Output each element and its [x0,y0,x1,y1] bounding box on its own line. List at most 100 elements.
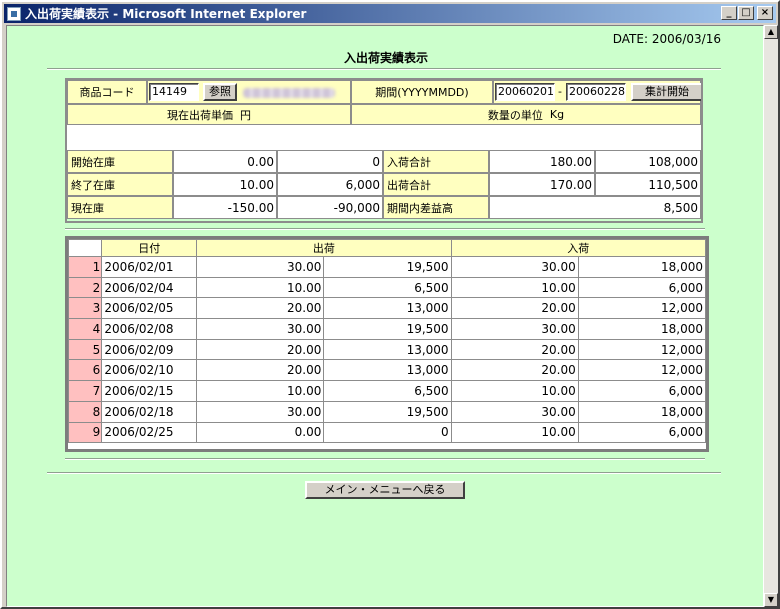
row-ship-qty: 30.00 [196,318,325,340]
row-ship-amount: 6,500 [323,276,452,299]
table-row: 8 2006/02/18 30.00 19,500 30.00 18,000 [67,400,707,423]
ending-stock-label: 終了在庫 [67,173,173,196]
divider [47,68,721,70]
row-ship-qty: 30.00 [196,256,325,278]
product-code-input[interactable]: 14149 [149,83,199,101]
row-recv-qty: 30.00 [450,400,579,423]
divider [47,472,721,474]
row-date: 2006/02/05 [101,297,198,320]
current-stock-qty: -150.00 [173,196,277,219]
row-recv-amount: 6,000 [577,380,707,402]
row-date: 2006/02/09 [101,338,198,361]
row-date: 2006/02/18 [101,400,198,423]
row-ship-qty: 0.00 [196,421,325,444]
ie-app-icon [7,6,21,21]
row-recv-amount: 6,000 [577,276,707,299]
row-ship-qty: 20.00 [196,359,325,382]
browse-button[interactable]: 参照 [203,83,237,101]
row-ship-amount: 6,500 [323,380,452,402]
row-recv-qty: 20.00 [450,297,579,320]
unit-price-label: 現在出荷単価 [167,108,233,122]
row-date: 2006/02/10 [101,359,198,382]
row-index: 7 [67,380,103,402]
main-menu-button[interactable]: メイン・メニューへ戻る [305,481,465,499]
minimize-icon[interactable]: _ [721,6,737,20]
divider [65,228,705,230]
row-index: 4 [67,318,103,340]
unit-price-cell: 現在出荷単価 円 [67,104,351,125]
row-ship-amount: 13,000 [323,338,452,361]
scroll-down-icon[interactable]: ▼ [764,593,778,607]
maximize-icon[interactable]: □ [738,6,754,20]
table-row: 1 2006/02/01 30.00 19,500 30.00 18,000 [67,256,707,278]
row-recv-qty: 30.00 [450,256,579,278]
period-from-input[interactable]: 20060201 [495,83,555,101]
opening-stock-qty: 0.00 [173,150,277,173]
row-recv-amount: 12,000 [577,359,707,382]
row-recv-qty: 30.00 [450,318,579,340]
row-ship-amount: 13,000 [323,359,452,382]
quantity-unit-label: 数量の単位 [487,108,543,122]
unit-price-unit: 円 [240,108,251,122]
row-ship-qty: 20.00 [196,297,325,320]
vertical-scrollbar[interactable]: ▲ ▼ [764,25,778,607]
title-bar: 入出荷実績表示 - Microsoft Internet Explorer _ … [4,4,776,23]
window-title: 入出荷実績表示 - Microsoft Internet Explorer [25,7,307,21]
row-index: 1 [67,256,103,278]
ending-stock-qty: 10.00 [173,173,277,196]
row-ship-qty: 20.00 [196,338,325,361]
start-aggregation-button[interactable]: 集計開始 [631,83,703,101]
table-row: 3 2006/02/05 20.00 13,000 20.00 12,000 [67,297,707,320]
profit-label: 期間内差益高 [383,196,489,219]
table-row: 7 2006/02/15 10.00 6,500 10.00 6,000 [67,380,707,402]
ending-stock-amount: 6,000 [277,173,383,196]
row-ship-amount: 0 [323,421,452,444]
table-row: 4 2006/02/08 30.00 19,500 30.00 18,000 [67,318,707,340]
period-label: 期間(YYYYMMDD) [351,80,493,104]
quantity-unit-cell: 数量の単位 Kg [351,104,701,125]
row-ship-qty: 10.00 [196,276,325,299]
header-date: 日付 [101,239,198,257]
row-ship-amount: 13,000 [323,297,452,320]
current-stock-label: 現在庫 [67,196,173,219]
shipment-total-label: 出荷合計 [383,173,489,196]
product-name-redacted [243,88,335,98]
row-recv-amount: 18,000 [577,400,707,423]
table-row: 6 2006/02/10 20.00 13,000 20.00 12,000 [67,359,707,382]
row-ship-amount: 19,500 [323,400,452,423]
row-recv-qty: 10.00 [450,421,579,444]
receipt-total-label: 入荷合計 [383,150,489,173]
date-display: DATE: 2006/03/16 [612,32,721,46]
row-index: 5 [67,338,103,361]
receipt-total-qty: 180.00 [489,150,595,173]
row-recv-qty: 20.00 [450,359,579,382]
product-code-label: 商品コード [67,80,147,104]
row-index: 6 [67,359,103,382]
shipment-total-amount: 110,500 [595,173,701,196]
table-row: 9 2006/02/25 0.00 0 10.00 6,000 [67,421,707,444]
quantity-unit: Kg [549,108,565,121]
row-index: 9 [67,421,103,444]
opening-stock-amount: 0 [277,150,383,173]
row-index: 2 [67,276,103,299]
row-recv-amount: 18,000 [577,318,707,340]
row-date: 2006/02/25 [101,421,198,444]
close-icon[interactable]: × [757,6,773,20]
row-recv-amount: 12,000 [577,338,707,361]
period-to-input[interactable]: 20060228 [566,83,626,101]
page-content: DATE: 2006/03/16 入出荷実績表示 商品コード 14149 参照 … [6,25,764,607]
table-row: 5 2006/02/09 20.00 13,000 20.00 12,000 [67,338,707,361]
row-ship-qty: 30.00 [196,400,325,423]
period-separator: - [558,85,562,98]
opening-stock-label: 開始在庫 [67,150,173,173]
row-index: 8 [67,400,103,423]
search-summary-panel: 商品コード 14149 参照 期間(YYYYMMDD) 20060201 - 2… [65,78,703,199]
scroll-up-icon[interactable]: ▲ [764,25,778,39]
shipment-total-qty: 170.00 [489,173,595,196]
row-recv-qty: 20.00 [450,338,579,361]
row-ship-qty: 10.00 [196,380,325,402]
table-header-row: 日付 出荷 入荷 [67,239,707,257]
row-date: 2006/02/01 [101,256,198,278]
row-ship-amount: 19,500 [323,318,452,340]
row-recv-amount: 6,000 [577,421,707,444]
